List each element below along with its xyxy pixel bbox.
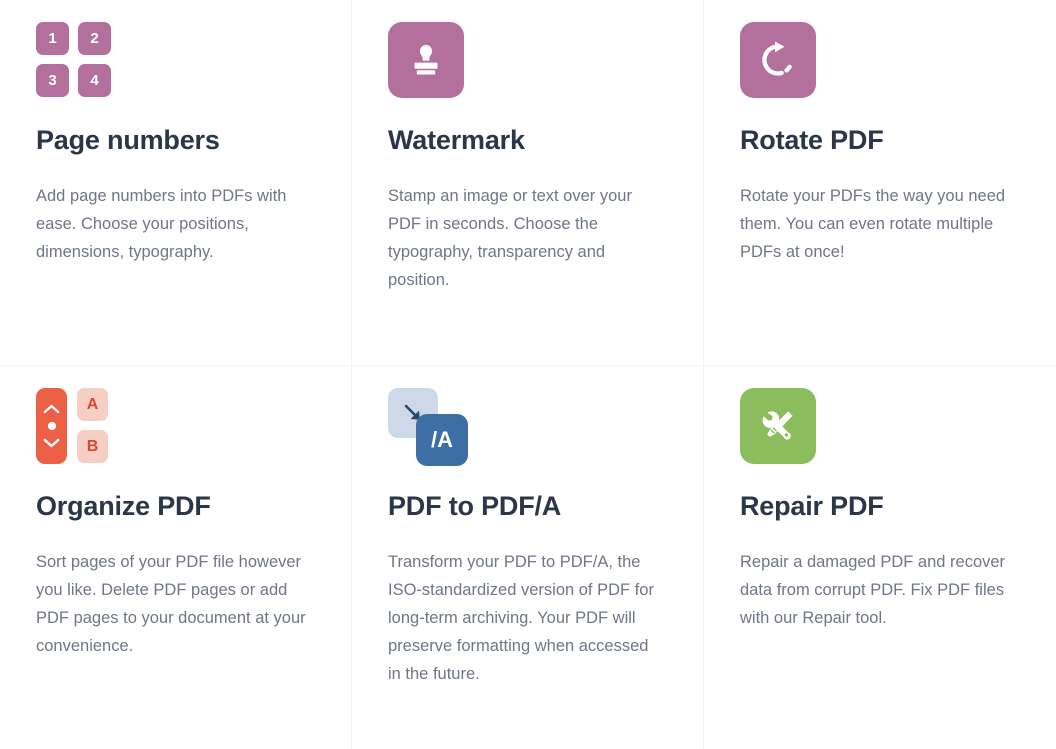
tool-description-watermark: Stamp an image or text over your PDF in … xyxy=(388,187,632,289)
sort-arrows-icon: A B xyxy=(36,388,108,464)
organize-letter-tiles: A B xyxy=(77,388,108,463)
tool-title-watermark: Watermark xyxy=(388,125,525,155)
tool-card-page-numbers[interactable]: 1 2 3 4 Page numbers Add page numbers in… xyxy=(0,0,352,366)
tool-card-repair-pdf[interactable]: Repair PDF Repair a damaged PDF and reco… xyxy=(704,366,1056,749)
tool-card-pdf-to-pdfa[interactable]: /A PDF to PDF/A Transform your PDF to PD… xyxy=(352,366,704,749)
page-number-cell-3: 3 xyxy=(36,64,69,97)
tool-title-pdf-to-pdfa: PDF to PDF/A xyxy=(388,491,562,521)
page-number-cell-1: 1 xyxy=(36,22,69,55)
sort-handle xyxy=(36,388,67,464)
page-numbers-icon: 1 2 3 4 xyxy=(36,22,111,97)
pdfa-convert-icon: /A xyxy=(388,388,474,466)
page-numbers-icon-wrap: 1 2 3 4 xyxy=(36,22,315,100)
tool-card-rotate-pdf[interactable]: Rotate PDF Rotate your PDFs the way you … xyxy=(704,0,1056,366)
tools-wrench-icon xyxy=(740,388,816,464)
tool-card-watermark[interactable]: Watermark Stamp an image or text over yo… xyxy=(352,0,704,366)
tool-description-organize-pdf: Sort pages of your PDF file however you … xyxy=(36,553,306,655)
repair-icon-wrap xyxy=(740,388,1020,466)
letter-tile-a: A xyxy=(77,388,108,421)
tool-title-repair-pdf: Repair PDF xyxy=(740,491,884,521)
tool-title-rotate-pdf: Rotate PDF xyxy=(740,125,884,155)
rotate-icon-wrap xyxy=(740,22,1020,100)
letter-tile-b: B xyxy=(77,430,108,463)
pdfa-icon-wrap: /A xyxy=(388,388,667,466)
pdfa-badge: /A xyxy=(416,414,468,466)
tool-description-page-numbers: Add page numbers into PDFs with ease. Ch… xyxy=(36,187,287,261)
stamp-icon xyxy=(388,22,464,98)
page-number-cell-2: 2 xyxy=(78,22,111,55)
tool-description-rotate-pdf: Rotate your PDFs the way you need them. … xyxy=(740,187,1006,261)
chevron-up-icon xyxy=(43,404,60,414)
tools-grid: 1 2 3 4 Page numbers Add page numbers in… xyxy=(0,0,1056,749)
organize-icon-wrap: A B xyxy=(36,388,315,466)
tool-title-page-numbers: Page numbers xyxy=(36,125,220,155)
rotate-icon xyxy=(740,22,816,98)
tool-description-repair-pdf: Repair a damaged PDF and recover data fr… xyxy=(740,553,1006,627)
dot-icon xyxy=(47,421,56,431)
tool-description-pdf-to-pdfa: Transform your PDF to PDF/A, the ISO-sta… xyxy=(388,553,654,683)
tool-title-organize-pdf: Organize PDF xyxy=(36,491,211,521)
chevron-down-icon xyxy=(43,438,60,448)
tool-card-organize-pdf[interactable]: A B Organize PDF Sort pages of your PDF … xyxy=(0,366,352,749)
page-number-cell-4: 4 xyxy=(78,64,111,97)
watermark-icon-wrap xyxy=(388,22,667,100)
